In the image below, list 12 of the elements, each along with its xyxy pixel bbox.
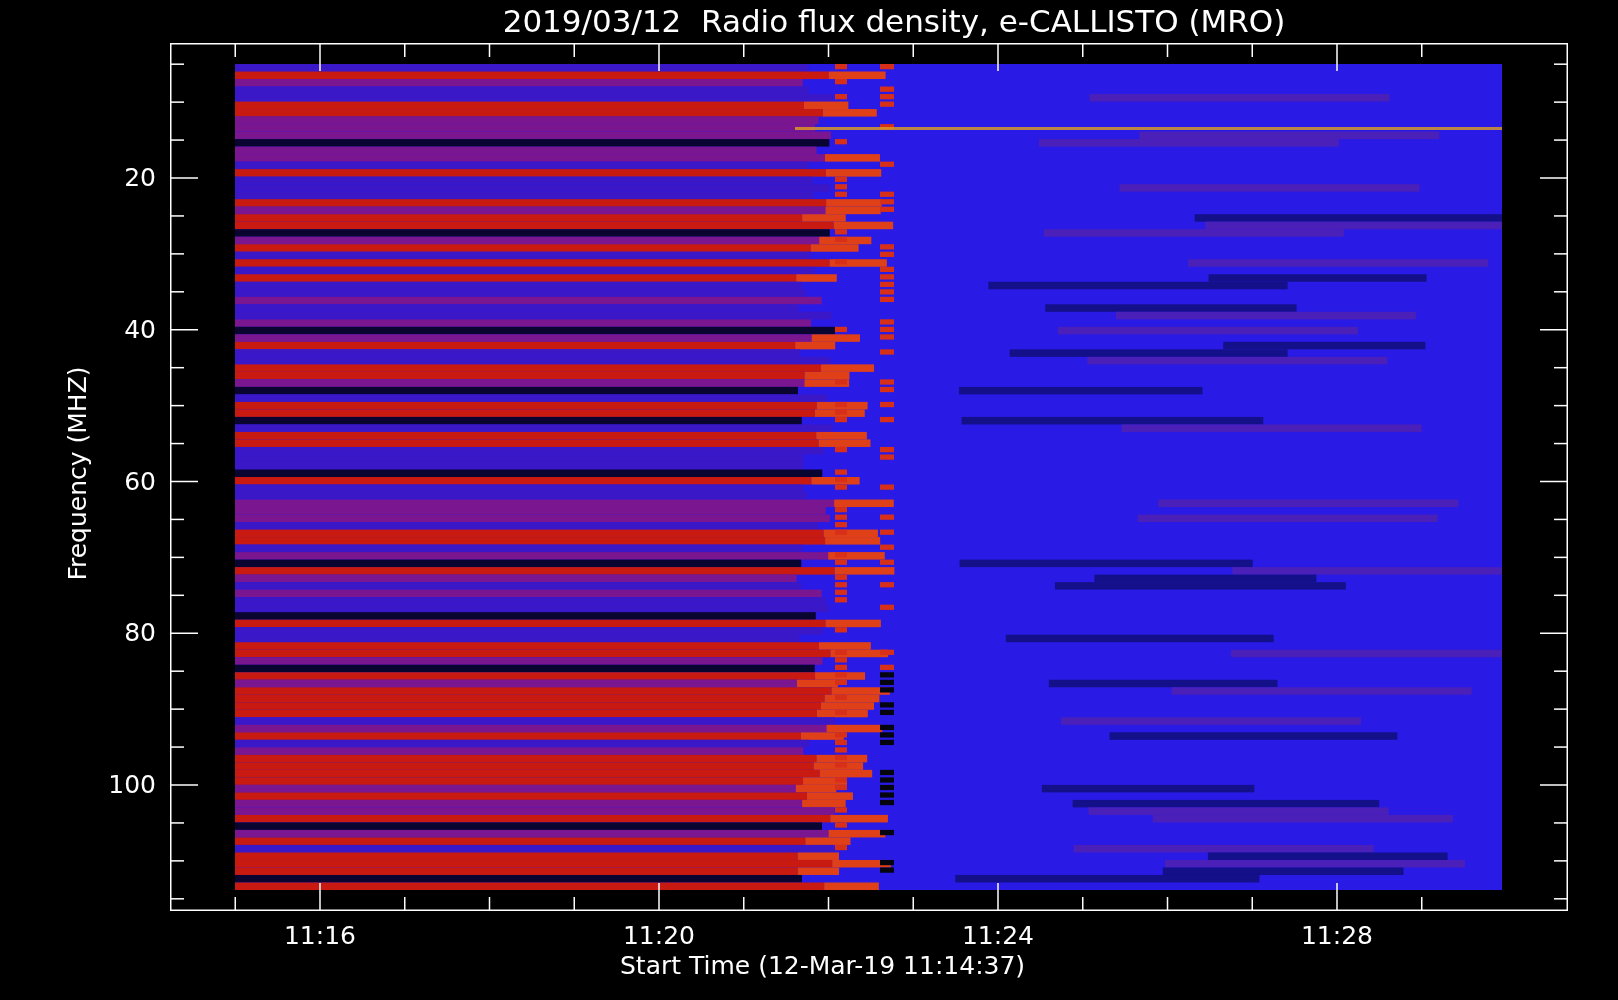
x-tick-label: 11:24 (960, 923, 1035, 948)
x-tick-label: 11:20 (621, 923, 696, 948)
y-tick-label: 20 (124, 165, 156, 190)
y-axis-label: Frequency (MHZ) (64, 365, 90, 581)
y-tick-label: 40 (124, 316, 156, 342)
y-tick-label: 100 (108, 772, 156, 797)
x-tick-label: 11:28 (1299, 923, 1374, 948)
x-tick-label: 11:16 (282, 923, 357, 948)
chart-title: 2019/03/12 Radio flux density, e-CALLISTO (MRO) (502, 6, 1286, 37)
y-tick-label: 80 (124, 620, 156, 646)
y-tick-label: 60 (124, 468, 156, 494)
x-axis-label: Start Time (12-Mar-19 11:14:37) (620, 953, 1026, 978)
